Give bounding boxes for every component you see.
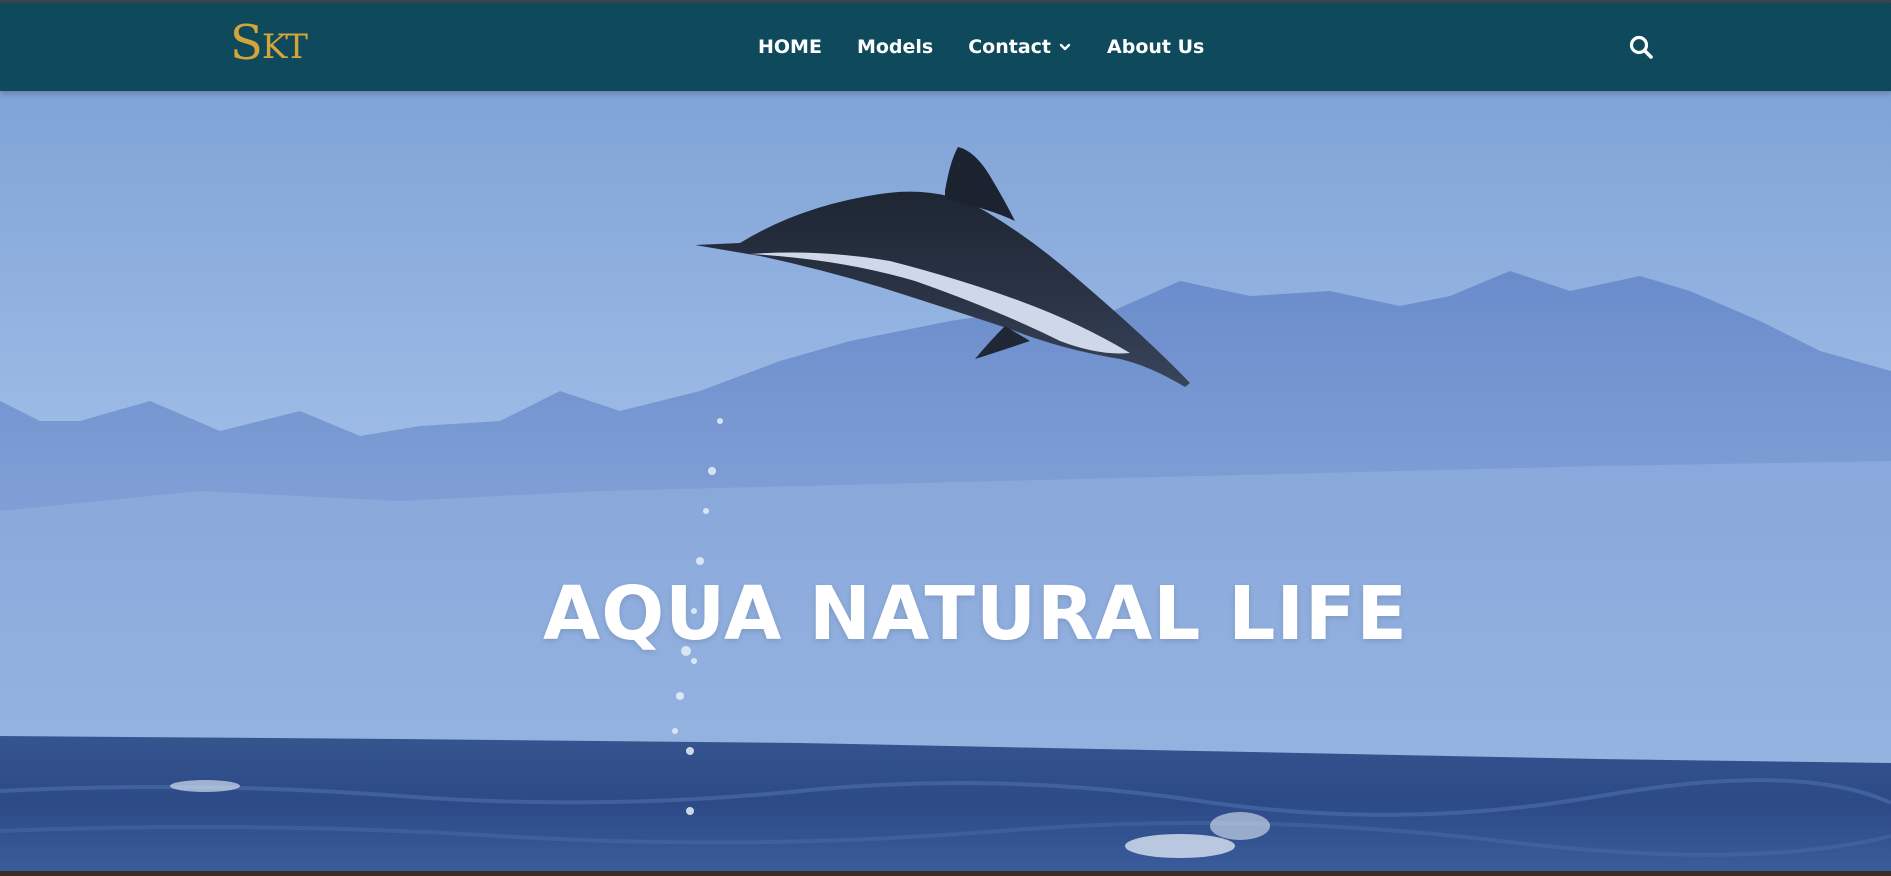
site-header: S KT HOME Models Contact About Us — [0, 3, 1891, 91]
chevron-down-icon — [1059, 43, 1071, 51]
logo-letters-kt: KT — [261, 27, 308, 67]
hero-background-image — [0, 91, 1891, 871]
search-icon — [1629, 35, 1653, 59]
hero-title: AQUA NATURAL LIFE — [542, 571, 1408, 657]
nav-contact[interactable]: Contact — [968, 36, 1072, 58]
main-nav: HOME Models Contact About Us — [758, 3, 1239, 91]
nav-models[interactable]: Models — [857, 36, 933, 58]
bottom-border — [0, 871, 1891, 876]
nav-models-label: Models — [856, 36, 934, 58]
logo-letter-s: S — [230, 15, 263, 71]
nav-home-label: HOME — [758, 36, 822, 58]
nav-contact-label: Contact — [968, 36, 1052, 58]
search-button[interactable] — [1628, 34, 1654, 60]
nav-about-us-label: About Us — [1107, 36, 1205, 58]
nav-about-us[interactable]: About Us — [1107, 36, 1204, 58]
hero-banner: AQUA NATURAL LIFE — [0, 91, 1891, 871]
nav-home[interactable]: HOME — [758, 36, 822, 58]
brand-logo[interactable]: S KT — [230, 15, 308, 71]
